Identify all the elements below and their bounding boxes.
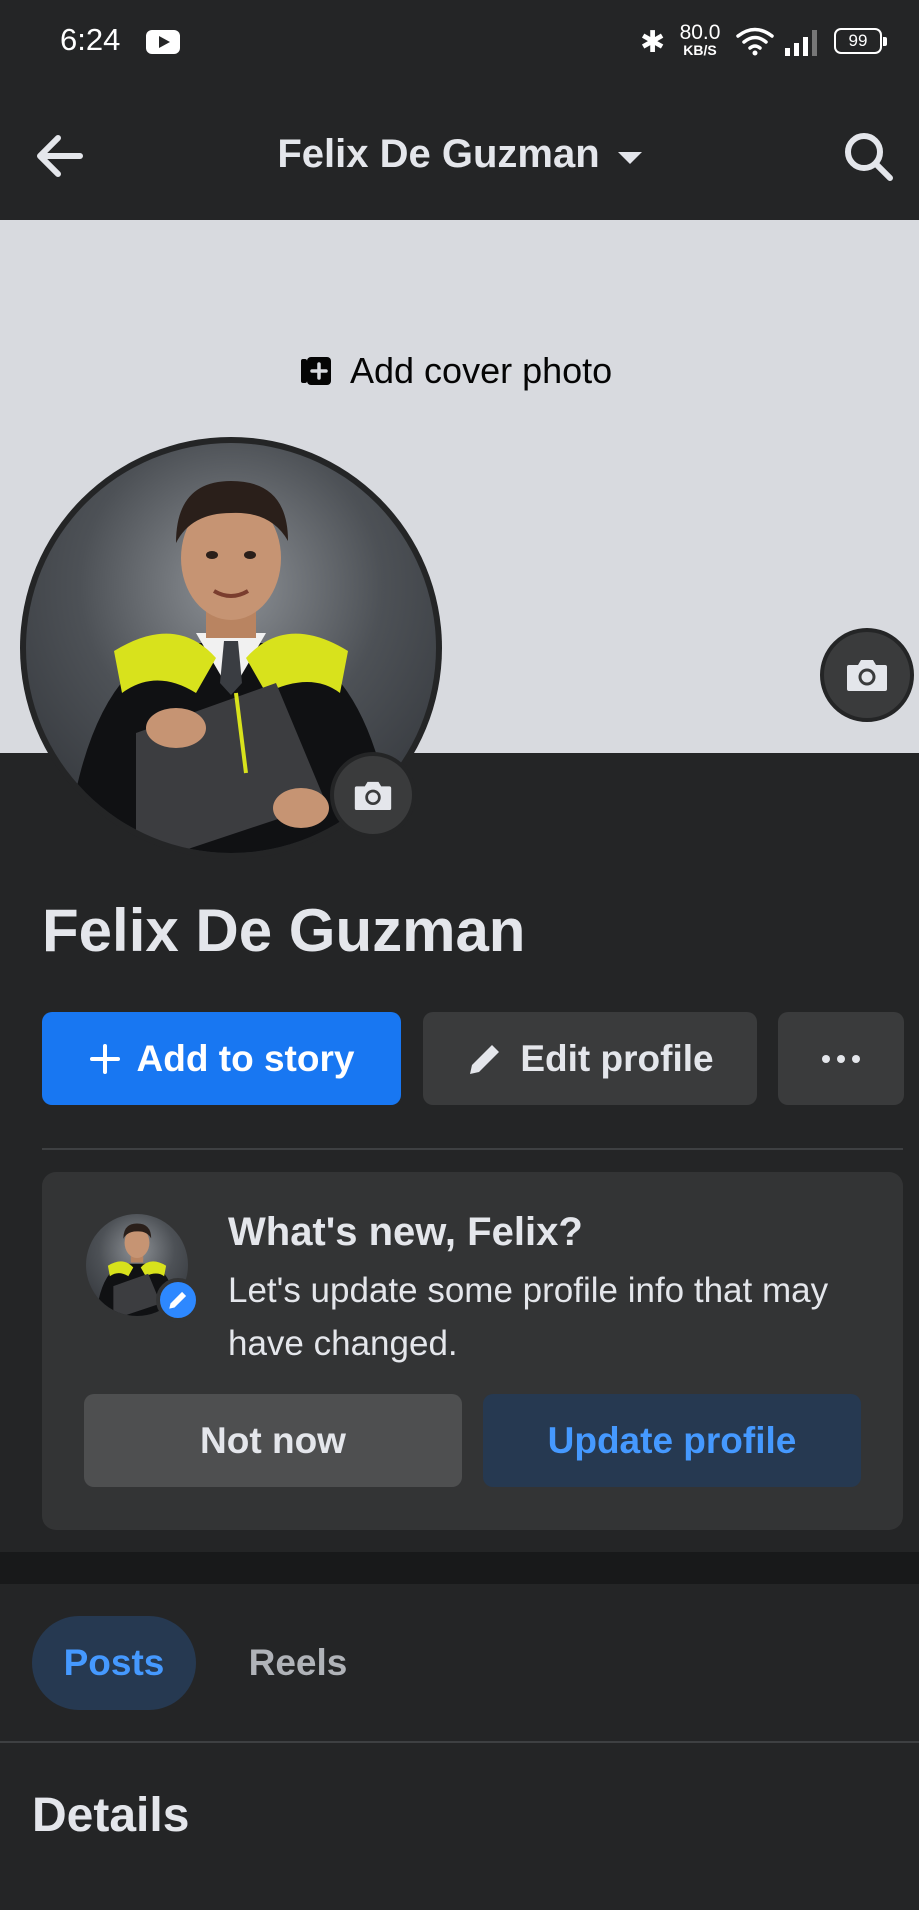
pencil-icon: [470, 1044, 500, 1074]
wifi-icon: [736, 27, 774, 56]
network-speed-value: 80.0: [679, 21, 721, 44]
tab-reels[interactable]: Reels: [228, 1616, 368, 1710]
not-now-button[interactable]: Not now: [84, 1394, 462, 1487]
add-photo-icon: [301, 357, 331, 385]
tab-reels-label: Reels: [248, 1642, 348, 1683]
caret-down-icon: [617, 151, 642, 164]
update-profile-label: Update profile: [547, 1419, 797, 1461]
status-time: 6:24: [60, 22, 121, 57]
status-bar: 6:24 ✱ 80.0 KB/S 99: [0, 0, 919, 86]
profile-update-card: What's new, Felix? Let's update some pro…: [42, 1172, 903, 1530]
network-speed: 80.0 KB/S: [676, 22, 724, 57]
profile-switcher[interactable]: Felix De Guzman: [0, 132, 919, 177]
not-now-label: Not now: [200, 1419, 346, 1461]
details-heading: Details: [32, 1789, 190, 1842]
section-separator: [0, 1552, 919, 1584]
youtube-icon: [146, 30, 180, 54]
edit-badge-icon: [156, 1278, 200, 1322]
more-dots-icon: [822, 1054, 860, 1063]
add-to-story-button[interactable]: Add to story: [42, 1012, 401, 1105]
add-cover-photo-button[interactable]: Add cover photo: [300, 350, 612, 392]
update-profile-button[interactable]: Update profile: [483, 1394, 861, 1487]
edit-profile-button[interactable]: Edit profile: [423, 1012, 757, 1105]
camera-icon: [354, 781, 392, 810]
cover-camera-button[interactable]: [820, 628, 914, 722]
page-title: Felix De Guzman: [277, 132, 600, 176]
add-cover-label: Add cover photo: [350, 350, 613, 391]
network-speed-unit: KB/S: [683, 42, 717, 58]
tab-posts[interactable]: Posts: [32, 1616, 196, 1710]
profile-name: Felix De Guzman: [42, 897, 526, 964]
tab-posts-label: Posts: [63, 1642, 165, 1683]
avatar-camera-button[interactable]: [330, 752, 416, 838]
more-options-button[interactable]: [778, 1012, 904, 1105]
edit-profile-label: Edit profile: [520, 1037, 714, 1079]
bluetooth-icon: ✱: [640, 26, 666, 59]
profile-tabs: Posts Reels: [0, 1584, 919, 1741]
camera-icon: [847, 660, 887, 691]
battery-icon: 99: [834, 28, 887, 54]
signal-icon: [785, 30, 817, 56]
section-divider: [42, 1148, 903, 1150]
card-title: What's new, Felix?: [228, 1210, 583, 1254]
plus-icon: [89, 1043, 120, 1074]
add-to-story-label: Add to story: [136, 1037, 355, 1079]
tabs-divider: [0, 1741, 919, 1743]
top-app-bar: Felix De Guzman: [0, 86, 919, 220]
search-icon[interactable]: [840, 128, 896, 184]
card-description: Let's update some profile info that may …: [228, 1271, 829, 1363]
